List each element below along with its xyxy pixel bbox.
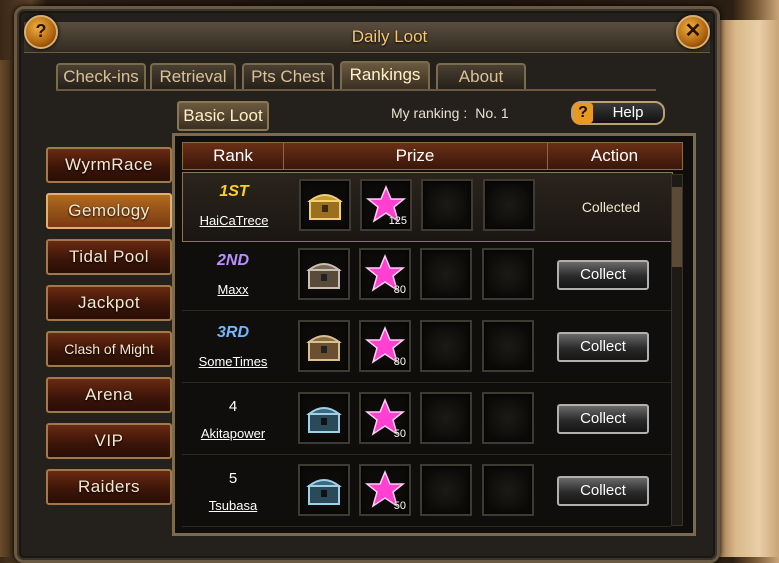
silver-chest-icon — [306, 263, 342, 289]
prize-slot[interactable] — [298, 464, 350, 516]
prize-slot[interactable]: 50 — [359, 464, 411, 516]
empty-slot — [482, 248, 534, 300]
empty-slot — [482, 320, 534, 372]
column-rank: Rank — [183, 143, 284, 169]
help-button[interactable]: ? Help — [571, 101, 665, 125]
window-title: Daily Loot — [351, 27, 428, 46]
background-book — [712, 20, 779, 557]
tab-divider — [56, 89, 656, 91]
empty-slot — [483, 179, 535, 231]
tab-about[interactable]: About — [436, 63, 526, 89]
sidebar-item-gemology[interactable]: Gemology — [46, 193, 172, 229]
table-row: 3RD SomeTimes 80 Collect — [182, 314, 671, 383]
prize-slot[interactable]: 50 — [359, 392, 411, 444]
sidebar-item-arena[interactable]: Arena — [46, 377, 172, 413]
prize-slot[interactable] — [298, 320, 350, 372]
question-icon: ? — [573, 103, 593, 123]
my-ranking: My ranking : No. 1 — [391, 105, 509, 121]
collect-button[interactable]: Collect — [557, 260, 649, 290]
prize-slot[interactable] — [298, 248, 350, 300]
empty-slot — [420, 320, 472, 372]
empty-slot — [420, 464, 472, 516]
player-link[interactable]: Akitapower — [182, 426, 284, 441]
rank-label: 1ST — [219, 183, 249, 200]
sidebar-item-raiders[interactable]: Raiders — [46, 469, 172, 505]
collect-button[interactable]: Collect — [557, 332, 649, 362]
empty-slot — [482, 392, 534, 444]
player-link[interactable]: HaiCaTrece — [183, 213, 285, 228]
sidebar-item-tidal-pool[interactable]: Tidal Pool — [46, 239, 172, 275]
blue-chest-icon — [306, 479, 342, 505]
tab-check-ins[interactable]: Check-ins — [56, 63, 146, 89]
table-row: 1ST HaiCaTrece 125 Collected — [182, 172, 673, 242]
info-icon[interactable]: ? — [24, 15, 58, 49]
rank-label: 2ND — [216, 252, 249, 269]
sidebar-item-jackpot[interactable]: Jackpot — [46, 285, 172, 321]
player-link[interactable]: SomeTimes — [182, 354, 284, 369]
rank-label: 5 — [228, 470, 238, 487]
ranking-table: Rank Prize Action 1ST HaiCaTrece 125 Col… — [172, 133, 696, 536]
prize-slot[interactable]: 80 — [359, 320, 411, 372]
scroll-thumb[interactable] — [672, 187, 682, 267]
empty-slot — [420, 392, 472, 444]
my-ranking-label: My ranking : — [391, 105, 468, 121]
prize-quantity: 125 — [388, 215, 407, 227]
close-icon[interactable]: ✕ — [676, 15, 710, 49]
tab-pts-chest[interactable]: Pts Chest — [242, 63, 334, 89]
scrollbar[interactable] — [671, 174, 683, 526]
column-action: Action — [590, 146, 639, 165]
player-link[interactable]: Maxx — [182, 282, 284, 297]
sidebar-item-clash-of-might[interactable]: Clash of Might — [46, 331, 172, 367]
table-header: Rank Prize Action — [182, 142, 683, 170]
empty-slot — [482, 464, 534, 516]
silver-chest-icon — [306, 335, 342, 361]
collect-button[interactable]: Collect — [557, 404, 649, 434]
prize-quantity: 80 — [393, 284, 406, 296]
rank-label: 3RD — [216, 324, 249, 341]
table-row: 2ND Maxx 80 Collect — [182, 242, 671, 311]
prize-slot[interactable] — [299, 179, 351, 231]
sidebar-item-vip[interactable]: VIP — [46, 423, 172, 459]
empty-slot — [421, 179, 473, 231]
collected-status: Collected — [581, 199, 641, 215]
sidebar-item-wyrmrace[interactable]: WyrmRace — [46, 147, 172, 183]
rank-label: 4 — [228, 398, 238, 415]
tab-rankings[interactable]: Rankings — [340, 61, 430, 89]
prize-slot[interactable]: 125 — [360, 179, 412, 231]
column-prize: Prize — [283, 143, 548, 169]
gold-chest-icon — [307, 194, 343, 220]
prize-quantity: 80 — [393, 356, 406, 368]
prize-quantity: 50 — [393, 428, 406, 440]
prize-slot[interactable] — [298, 392, 350, 444]
table-row: 4 Akitapower 50 Collect — [182, 386, 671, 455]
table-row: 5 Tsubasa 50 Collect — [182, 458, 671, 527]
empty-slot — [420, 248, 472, 300]
collect-button[interactable]: Collect — [557, 476, 649, 506]
blue-chest-icon — [306, 407, 342, 433]
prize-slot[interactable]: 80 — [359, 248, 411, 300]
player-link[interactable]: Tsubasa — [182, 498, 284, 513]
subtab-basic-loot[interactable]: Basic Loot — [177, 101, 269, 131]
prize-quantity: 50 — [393, 500, 406, 512]
my-ranking-value: No. 1 — [475, 105, 509, 121]
tab-retrieval[interactable]: Retrieval — [150, 63, 236, 89]
help-label: Help — [612, 104, 644, 121]
